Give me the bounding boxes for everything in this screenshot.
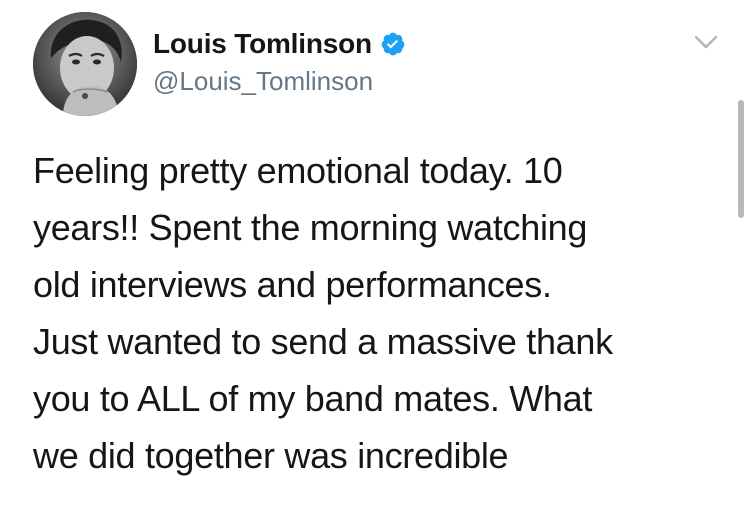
avatar-photo <box>33 12 137 116</box>
avatar[interactable] <box>33 12 137 116</box>
scrollbar-thumb[interactable] <box>738 100 744 218</box>
tweet-text: Feeling pretty emotional today. 10 years… <box>33 150 613 476</box>
author-name-row[interactable]: Louis Tomlinson <box>153 28 406 60</box>
verified-badge-icon <box>380 31 406 57</box>
author-display-name[interactable]: Louis Tomlinson <box>153 28 372 60</box>
chevron-down-icon[interactable] <box>692 30 720 54</box>
tweet-card: Louis Tomlinson @Louis_Tomlinson Feeling… <box>0 0 750 523</box>
author-handle[interactable]: @Louis_Tomlinson <box>153 66 373 97</box>
